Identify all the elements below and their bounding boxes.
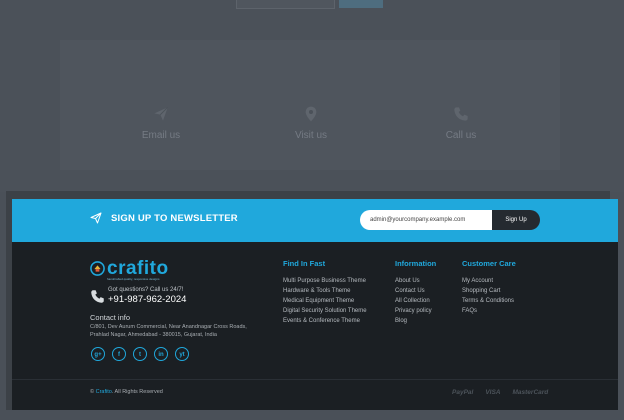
contact-address: C/801, Dev Aurum Commercial, Near Anandn… xyxy=(90,323,270,339)
footer-link[interactable]: Medical Equipment Theme xyxy=(283,296,367,306)
information-list: About Us Contact Us All Collection Priva… xyxy=(395,276,432,326)
footer-link[interactable]: About Us xyxy=(395,276,432,286)
phone-question: Got questions? Call us 24/7! xyxy=(108,287,184,293)
footer-link[interactable]: Multi Purpose Business Theme xyxy=(283,276,367,286)
google-plus-icon[interactable]: g+ xyxy=(91,347,105,361)
footer-link[interactable]: FAQs xyxy=(462,306,514,316)
logo-text: crafito xyxy=(107,258,169,279)
sign-up-button[interactable]: Sign Up xyxy=(492,210,540,230)
footer-link[interactable]: Privacy policy xyxy=(395,306,432,316)
email-us-block: Email us xyxy=(101,106,221,141)
footer-link[interactable]: Shopping Cart xyxy=(462,286,514,296)
footer-link[interactable]: Contact Us xyxy=(395,286,432,296)
newsletter-email-input[interactable]: admin@yourcompany.example.com xyxy=(360,210,492,230)
visit-us-label: Visit us xyxy=(294,130,328,141)
call-us-label: Call us xyxy=(445,130,477,141)
crafito-logo[interactable]: crafito xyxy=(90,259,169,278)
visa-logo: VISA xyxy=(485,389,501,396)
youtube-icon[interactable]: yt xyxy=(175,347,189,361)
newsletter-title-text: SIGN UP TO NEWSLETTER xyxy=(111,212,238,224)
footer-link[interactable]: Digital Security Solution Theme xyxy=(283,306,367,316)
footer-link[interactable]: Blog xyxy=(395,316,432,326)
customer-care-list: My Account Shopping Cart Terms & Conditi… xyxy=(462,276,514,316)
contact-info-title: Contact info xyxy=(90,313,131,322)
footer-link[interactable]: My Account xyxy=(462,276,514,286)
copyright-brand-link[interactable]: Crafito xyxy=(96,389,112,395)
copyright-symbol: © xyxy=(90,389,95,395)
paper-plane-icon xyxy=(154,106,169,121)
social-links: g+ f t in yt xyxy=(91,347,196,361)
phone-icon xyxy=(454,107,468,121)
twitter-icon[interactable]: t xyxy=(133,347,147,361)
crafito-logo-icon xyxy=(90,261,105,276)
phone-block: Got questions? Call us 24/7! +91-987-962… xyxy=(90,286,186,306)
dimmed-button xyxy=(339,0,383,8)
footer-link[interactable]: All Collection xyxy=(395,296,432,306)
call-us-block: Call us xyxy=(401,106,521,141)
linkedin-icon[interactable]: in xyxy=(154,347,168,361)
newsletter-bar: SIGN UP TO NEWSLETTER admin@yourcompany.… xyxy=(12,199,618,242)
information-title: Information xyxy=(395,259,437,268)
address-line: C/801, Dev Aurum Commercial, Near Anandn… xyxy=(90,324,247,330)
map-pin-icon xyxy=(305,106,317,122)
page-background: Email us Visit us Call us xyxy=(0,0,624,192)
footer-link[interactable]: Terms & Conditions xyxy=(462,296,514,306)
email-us-label: Email us xyxy=(141,130,181,141)
logo-tagline: handcrafted quality, responsive designs xyxy=(107,277,160,281)
phone-icon xyxy=(91,289,104,303)
facebook-icon[interactable]: f xyxy=(112,347,126,361)
footer-panel: SIGN UP TO NEWSLETTER admin@yourcompany.… xyxy=(12,199,618,410)
paypal-logo: PayPal xyxy=(452,389,474,396)
mastercard-logo: MasterCard xyxy=(512,389,549,396)
find-in-fast-list: Multi Purpose Business Theme Hardware & … xyxy=(283,276,367,326)
footer-divider xyxy=(12,379,618,380)
find-in-fast-title: Find In Fast xyxy=(283,259,326,268)
paper-plane-icon xyxy=(90,212,102,224)
payment-methods: PayPal VISA MasterCard xyxy=(452,389,560,396)
customer-care-title: Customer Care xyxy=(462,259,516,268)
footer-link[interactable]: Events & Conference Theme xyxy=(283,316,367,326)
footer-link[interactable]: Hardware & Tools Theme xyxy=(283,286,367,296)
background-band xyxy=(60,40,560,170)
phone-number[interactable]: +91-987-962-2024 xyxy=(108,294,186,306)
newsletter-title: SIGN UP TO NEWSLETTER xyxy=(90,212,238,224)
phone-text: Got questions? Call us 24/7! +91-987-962… xyxy=(108,286,186,306)
copyright: © Crafito. All Rights Reserved xyxy=(90,389,163,395)
copyright-text: . All Rights Reserved xyxy=(111,389,163,395)
visit-us-block: Visit us xyxy=(251,106,371,141)
address-line: Prahlad Nagar, Ahmedabad - 380015, Gujar… xyxy=(90,332,217,338)
dimmed-input xyxy=(236,0,335,9)
